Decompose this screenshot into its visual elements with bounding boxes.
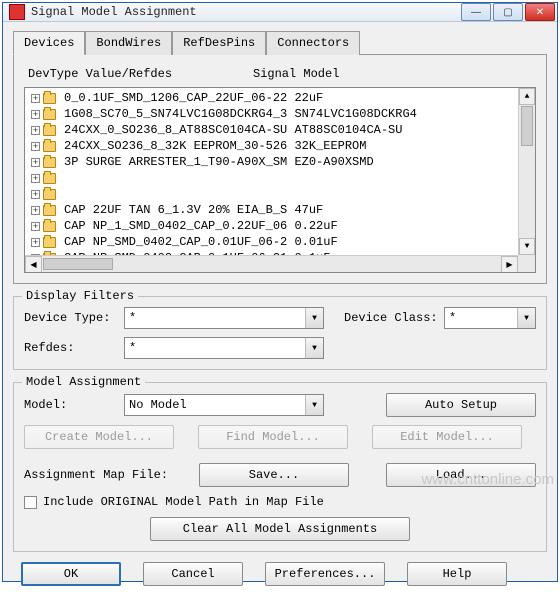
device-class-value: * xyxy=(449,311,456,325)
model-assignment-group: Model Assignment Model: No Model ▼ Auto … xyxy=(13,382,547,552)
expand-icon[interactable]: + xyxy=(31,206,40,215)
create-model-button[interactable]: Create Model... xyxy=(24,425,174,449)
display-filters-group: Display Filters Device Type: * ▼ Device … xyxy=(13,296,547,370)
tree-item-label: 24CXX_SO236_8_32K EEPROM_30-526 32K_EEPR… xyxy=(64,139,366,153)
tree-item-label: 3P SURGE ARRESTER_1_T90-A90X_SM EZ0-A90X… xyxy=(64,155,374,169)
tree-item-label: CAP NP_1_SMD_0402_CAP_0.22UF_06 0.22uF xyxy=(64,219,338,233)
tree-item[interactable]: + xyxy=(27,170,535,186)
maximize-button[interactable]: ▢ xyxy=(493,3,523,21)
help-button[interactable]: Help xyxy=(407,562,507,586)
auto-setup-button[interactable]: Auto Setup xyxy=(386,393,536,417)
expand-icon[interactable]: + xyxy=(31,222,40,231)
folder-icon xyxy=(43,221,56,232)
tab-refdespins[interactable]: RefDesPins xyxy=(172,31,266,55)
expand-icon[interactable]: + xyxy=(31,126,40,135)
device-type-label: Device Type: xyxy=(24,311,124,325)
expand-icon[interactable]: + xyxy=(31,190,40,199)
edit-model-button[interactable]: Edit Model... xyxy=(372,425,522,449)
tree-item[interactable]: +24CXX_0_SO236_8_AT88SC0104CA-SU AT88SC0… xyxy=(27,122,535,138)
folder-icon xyxy=(43,93,56,104)
tree-item-label: 24CXX_0_SO236_8_AT88SC0104CA-SU AT88SC01… xyxy=(64,123,402,137)
tree-item[interactable]: +0_0.1UF_SMD_1206_CAP_22UF_06-22 22uF xyxy=(27,90,535,106)
chevron-down-icon[interactable]: ▼ xyxy=(305,308,323,328)
folder-icon xyxy=(43,109,56,120)
scroll-right-icon[interactable]: ▶ xyxy=(501,256,518,273)
expand-icon[interactable]: + xyxy=(31,158,40,167)
find-model-button[interactable]: Find Model... xyxy=(198,425,348,449)
map-file-label: Assignment Map File: xyxy=(24,468,199,482)
include-original-checkbox[interactable] xyxy=(24,496,37,509)
folder-icon xyxy=(43,189,56,200)
include-original-label: Include ORIGINAL Model Path in Map File xyxy=(43,495,324,509)
ok-button[interactable]: OK xyxy=(21,562,121,586)
expand-icon[interactable]: + xyxy=(31,142,40,151)
device-tree[interactable]: +0_0.1UF_SMD_1206_CAP_22UF_06-22 22uF+1G… xyxy=(24,87,536,273)
preferences-button[interactable]: Preferences... xyxy=(265,562,385,586)
expand-icon[interactable]: + xyxy=(31,238,40,247)
signal-model-assignment-dialog: Signal Model Assignment — ▢ ✕ Devices Bo… xyxy=(2,2,558,582)
device-class-combo[interactable]: * ▼ xyxy=(444,307,536,329)
display-filters-legend: Display Filters xyxy=(22,289,138,303)
tree-item[interactable]: + CAP NP_1_SMD_0402_CAP_0.22UF_06 0.22uF xyxy=(27,218,535,234)
scroll-corner xyxy=(518,255,535,272)
tree-item[interactable]: + CAP NP_SMD_0402_CAP_0.01UF_06-2 0.01uF xyxy=(27,234,535,250)
tree-item-label: CAP NP_SMD_0402_CAP_0.01UF_06-2 0.01uF xyxy=(64,235,338,249)
vertical-scrollbar[interactable]: ▲ ▼ xyxy=(518,88,535,255)
close-button[interactable]: ✕ xyxy=(525,3,555,21)
model-assignment-legend: Model Assignment xyxy=(22,375,145,389)
device-class-label: Device Class: xyxy=(344,311,444,325)
chevron-down-icon[interactable]: ▼ xyxy=(305,338,323,358)
model-combo[interactable]: No Model ▼ xyxy=(124,394,324,416)
scroll-down-icon[interactable]: ▼ xyxy=(519,238,535,255)
expand-icon[interactable]: + xyxy=(31,110,40,119)
model-label: Model: xyxy=(24,398,124,412)
device-type-combo[interactable]: * ▼ xyxy=(124,307,324,329)
tab-connectors[interactable]: Connectors xyxy=(266,31,360,55)
tab-strip: Devices BondWires RefDesPins Connectors xyxy=(13,31,547,55)
refdes-value: * xyxy=(129,341,136,355)
minimize-button[interactable]: — xyxy=(461,3,491,21)
refdes-combo[interactable]: * ▼ xyxy=(124,337,324,359)
column-header-signalmodel: Signal Model xyxy=(253,67,536,81)
tree-item[interactable]: + xyxy=(27,186,535,202)
model-value: No Model xyxy=(129,398,187,412)
folder-icon xyxy=(43,141,56,152)
tree-item[interactable]: + CAP 22UF TAN 6_1.3V 20% EIA_B_S 47uF xyxy=(27,202,535,218)
load-map-button[interactable]: Load... xyxy=(386,463,536,487)
folder-icon xyxy=(43,205,56,216)
folder-icon xyxy=(43,237,56,248)
folder-icon xyxy=(43,125,56,136)
refdes-label: Refdes: xyxy=(24,341,124,355)
tree-item[interactable]: +1G08_SC70_5_SN74LVC1G08DCKRG4_3 SN74LVC… xyxy=(27,106,535,122)
app-icon xyxy=(9,4,25,20)
tree-item[interactable]: +3P SURGE ARRESTER_1_T90-A90X_SM EZ0-A90… xyxy=(27,154,535,170)
tree-item-label: 1G08_SC70_5_SN74LVC1G08DCKRG4_3 SN74LVC1… xyxy=(64,107,417,121)
tree-item-label: CAP 22UF TAN 6_1.3V 20% EIA_B_S 47uF xyxy=(64,203,323,217)
scroll-thumb-horizontal[interactable] xyxy=(43,258,113,270)
expand-icon[interactable]: + xyxy=(31,94,40,103)
folder-icon xyxy=(43,157,56,168)
tab-devices[interactable]: Devices xyxy=(13,31,85,55)
expand-icon[interactable]: + xyxy=(31,174,40,183)
dialog-footer: OK Cancel Preferences... Help xyxy=(13,552,547,596)
column-header-devtype: DevType Value/Refdes xyxy=(28,67,253,81)
save-map-button[interactable]: Save... xyxy=(199,463,349,487)
chevron-down-icon[interactable]: ▼ xyxy=(517,308,535,328)
window-title: Signal Model Assignment xyxy=(31,5,461,19)
horizontal-scrollbar[interactable]: ◀ ▶ xyxy=(25,255,518,272)
scroll-up-icon[interactable]: ▲ xyxy=(519,88,535,105)
clear-assignments-button[interactable]: Clear All Model Assignments xyxy=(150,517,410,541)
tree-item-label: 0_0.1UF_SMD_1206_CAP_22UF_06-22 22uF xyxy=(64,91,323,105)
tab-bondwires[interactable]: BondWires xyxy=(85,31,172,55)
scroll-left-icon[interactable]: ◀ xyxy=(25,256,42,273)
titlebar[interactable]: Signal Model Assignment — ▢ ✕ xyxy=(3,3,557,22)
folder-icon xyxy=(43,173,56,184)
scroll-thumb-vertical[interactable] xyxy=(521,106,533,146)
cancel-button[interactable]: Cancel xyxy=(143,562,243,586)
tree-item[interactable]: +24CXX_SO236_8_32K EEPROM_30-526 32K_EEP… xyxy=(27,138,535,154)
chevron-down-icon[interactable]: ▼ xyxy=(305,395,323,415)
device-type-value: * xyxy=(129,311,136,325)
tab-panel-devices: DevType Value/Refdes Signal Model +0_0.1… xyxy=(13,54,547,284)
